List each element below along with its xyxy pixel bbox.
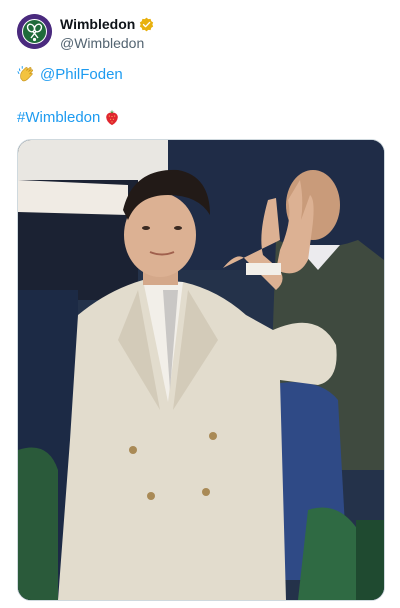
account-display-name[interactable]: Wimbledon: [60, 16, 135, 32]
tweet-text-line-1: @PhilFoden: [17, 64, 123, 84]
hashtag-link[interactable]: #Wimbledon: [17, 109, 100, 126]
strawberry-icon: [106, 109, 119, 126]
photo-image: [18, 140, 384, 600]
wimbledon-logo-icon: [17, 14, 52, 49]
mention-link[interactable]: @PhilFoden: [40, 66, 123, 83]
wimbledon-avatar[interactable]: [17, 14, 52, 49]
verified-badge-icon: [140, 17, 154, 31]
account-handle[interactable]: @Wimbledon: [60, 35, 154, 51]
tweet-header: Wimbledon @Wimbledon: [17, 14, 383, 51]
tweet-photo[interactable]: [17, 139, 385, 601]
clapping-hands-icon: [17, 65, 34, 81]
tweet-text-line-2: #Wimbledon: [17, 107, 121, 127]
